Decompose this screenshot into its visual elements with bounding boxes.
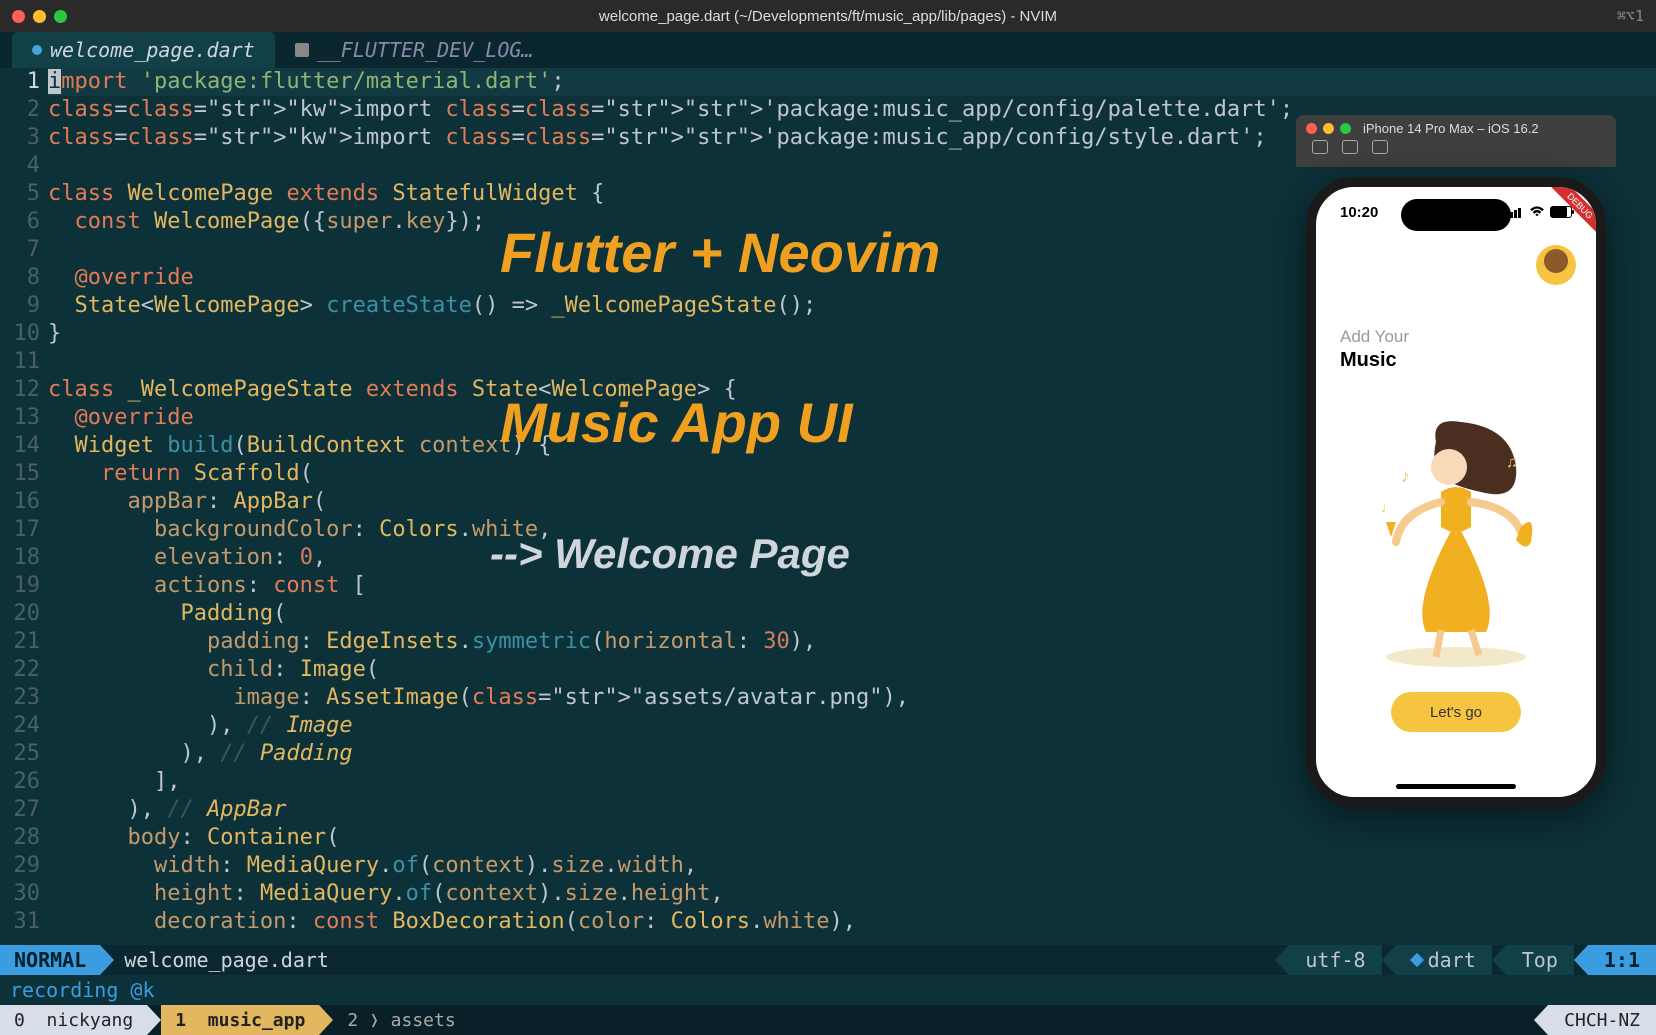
dynamic-island <box>1401 199 1511 231</box>
statusline-filetype: dart <box>1396 945 1492 975</box>
tab-flutter-dev-log[interactable]: __FLUTTER_DEV_LOG… <box>275 32 554 68</box>
tabbar: welcome_page.dart __FLUTTER_DEV_LOG… <box>0 32 1656 68</box>
tmux-right-status: CHCH-NZ <box>1548 1005 1656 1035</box>
simulator-window-chrome: iPhone 14 Pro Max – iOS 16.2 <box>1296 115 1616 167</box>
tab-modified-icon <box>32 45 42 55</box>
maximize-icon[interactable] <box>54 10 67 23</box>
tmux-active-window[interactable]: 1 music_app <box>161 1005 319 1035</box>
tmux-statusbar: 0 nickyang 1 music_app 2 ❭ assets CHCH-N… <box>0 1005 1656 1035</box>
code-line[interactable]: decoration: const BoxDecoration(color: C… <box>48 908 1656 936</box>
tab-welcome-page[interactable]: welcome_page.dart <box>12 32 275 68</box>
statusline: NORMAL welcome_page.dart utf-8 dart Top … <box>0 945 1656 975</box>
phone-content: Add Your Music <box>1316 237 1596 732</box>
code-line[interactable]: width: MediaQuery.of(context).size.width… <box>48 852 1656 880</box>
titlebar: welcome_page.dart (~/Developments/ft/mus… <box>0 0 1656 32</box>
wifi-icon <box>1528 206 1546 218</box>
statusline-encoding: utf-8 <box>1289 945 1381 975</box>
svg-text:♫: ♫ <box>1506 454 1518 471</box>
home-indicator[interactable] <box>1396 784 1516 789</box>
svg-text:♪: ♪ <box>1401 466 1410 486</box>
titlebar-shortcut-hint: ⌘⌥1 <box>1617 7 1644 25</box>
sim-close-icon[interactable] <box>1306 123 1317 134</box>
sim-minimize-icon[interactable] <box>1323 123 1334 134</box>
avatar[interactable] <box>1536 245 1576 285</box>
mode-indicator: NORMAL <box>0 945 100 975</box>
filetype-icon <box>1410 953 1424 967</box>
statusline-filename: welcome_page.dart <box>124 948 329 972</box>
simulator-device-title: iPhone 14 Pro Max – iOS 16.2 <box>1363 121 1539 136</box>
welcome-illustration: ♪ ♫ ♩ <box>1340 412 1572 672</box>
sim-home-icon[interactable] <box>1312 140 1328 154</box>
lets-go-label: Let's go <box>1430 704 1482 721</box>
svg-text:♩: ♩ <box>1381 499 1395 515</box>
ios-simulator: iPhone 14 Pro Max – iOS 16.2 DEBUG 10:20… <box>1296 115 1616 855</box>
code-line[interactable]: height: MediaQuery.of(context).size.heig… <box>48 880 1656 908</box>
heading-subtitle: Add Your <box>1340 327 1572 347</box>
tab-label: welcome_page.dart <box>50 38 255 62</box>
statusbar-time: 10:20 <box>1340 204 1378 221</box>
line-number-gutter: 1234567891011121314151617181920212223242… <box>0 68 48 945</box>
tmux-session[interactable]: 0 nickyang <box>0 1005 147 1035</box>
heading-title: Music <box>1340 349 1572 372</box>
phone-frame: DEBUG 10:20 Add Your Music <box>1306 177 1606 807</box>
lets-go-button[interactable]: Let's go <box>1391 692 1521 732</box>
code-line[interactable]: import 'package:flutter/material.dart'; <box>48 68 1656 96</box>
sim-rotate-icon[interactable] <box>1372 140 1388 154</box>
tab-file-icon <box>295 43 309 57</box>
statusline-position: 1:1 <box>1588 945 1656 975</box>
battery-icon <box>1550 206 1572 218</box>
message-line: recording @k <box>0 975 1656 1005</box>
sim-maximize-icon[interactable] <box>1340 123 1351 134</box>
statusline-scroll: Top <box>1506 945 1574 975</box>
close-icon[interactable] <box>12 10 25 23</box>
window-title: welcome_page.dart (~/Developments/ft/mus… <box>0 8 1656 25</box>
minimize-icon[interactable] <box>33 10 46 23</box>
traffic-lights <box>12 10 67 23</box>
sim-screenshot-icon[interactable] <box>1342 140 1358 154</box>
tmux-window[interactable]: 2 ❭ assets <box>333 1005 469 1035</box>
tab-label: __FLUTTER_DEV_LOG… <box>317 38 534 62</box>
